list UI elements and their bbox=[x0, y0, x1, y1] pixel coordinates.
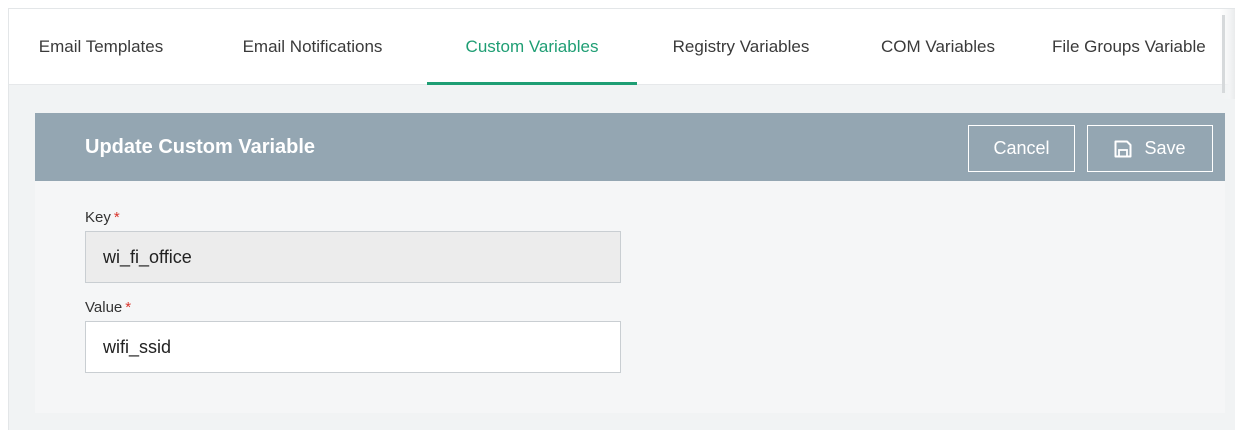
tab-registry-variables[interactable]: Registry Variables bbox=[647, 9, 835, 85]
required-marker: * bbox=[125, 299, 132, 316]
tab-email-templates[interactable]: Email Templates bbox=[9, 9, 193, 85]
value-field[interactable] bbox=[85, 321, 621, 373]
save-button[interactable]: Save bbox=[1087, 125, 1213, 172]
required-marker: * bbox=[113, 209, 120, 226]
floppy-disk-icon bbox=[1114, 140, 1132, 157]
key-label-text: Key bbox=[85, 209, 111, 226]
scrollbar-thumb[interactable] bbox=[1222, 15, 1225, 93]
value-label-text: Value bbox=[85, 299, 123, 316]
tab-email-notifications[interactable]: Email Notifications bbox=[205, 9, 420, 85]
key-field[interactable] bbox=[85, 231, 621, 283]
panel-title: Update Custom Variable bbox=[85, 136, 316, 158]
app-frame: Email Templates Email Notifications Cust… bbox=[8, 8, 1235, 430]
key-label: Key * bbox=[85, 209, 120, 226]
panel-header: Update Custom Variable Cancel Save bbox=[35, 113, 1225, 181]
cancel-button[interactable]: Cancel bbox=[968, 125, 1075, 172]
panel-body: Key* Value* bbox=[35, 181, 1225, 413]
save-button-label: Save bbox=[1144, 138, 1186, 158]
tab-com-variables[interactable]: COM Variables bbox=[852, 9, 1024, 85]
tab-bar: Email Templates Email Notifications Cust… bbox=[9, 9, 1235, 99]
value-label: Value * bbox=[85, 299, 131, 316]
cancel-button-label: Cancel bbox=[993, 138, 1050, 158]
update-variable-panel: Update Custom Variable Cancel Save Key * … bbox=[35, 113, 1225, 413]
tab-file-groups-variables[interactable]: File Groups Variable bbox=[1052, 9, 1235, 85]
tab-custom-variables[interactable]: Custom Variables bbox=[427, 9, 637, 85]
